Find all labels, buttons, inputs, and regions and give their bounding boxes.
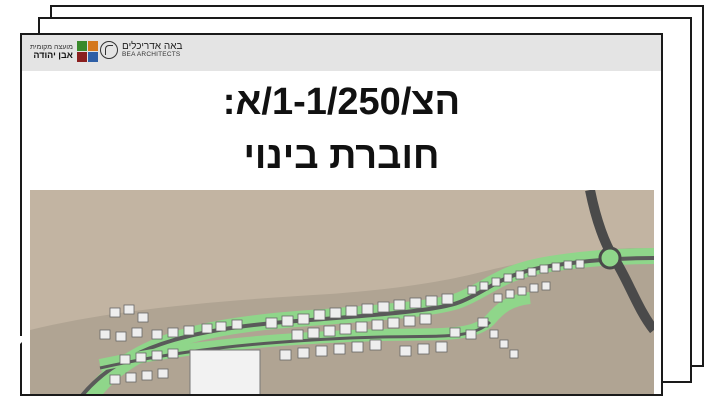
roundabout [598, 246, 622, 270]
plan-number-title: הצ/1-1/250/א: [222, 81, 461, 123]
bea-logo-english: BEA ARCHITECTS [122, 50, 181, 58]
site-plan-rendering [30, 190, 654, 394]
open-plot [189, 349, 261, 394]
booklet-title: חוברת בינוי [243, 135, 440, 177]
council-logo-name: אבן יהודה [33, 50, 73, 60]
slide-page: מועצה מקומית אבן יהודה באה אדריכלים BEA … [20, 33, 663, 396]
council-emblem-icon [76, 41, 99, 63]
bea-architects-logo: באה אדריכלים BEA ARCHITECTS [100, 41, 182, 59]
header-bar: מועצה מקומית אבן יהודה באה אדריכלים BEA … [22, 35, 661, 71]
page-fold-corner [0, 336, 28, 364]
council-logo: מועצה מקומית אבן יהודה [30, 41, 99, 63]
bea-logo-icon [100, 41, 118, 59]
